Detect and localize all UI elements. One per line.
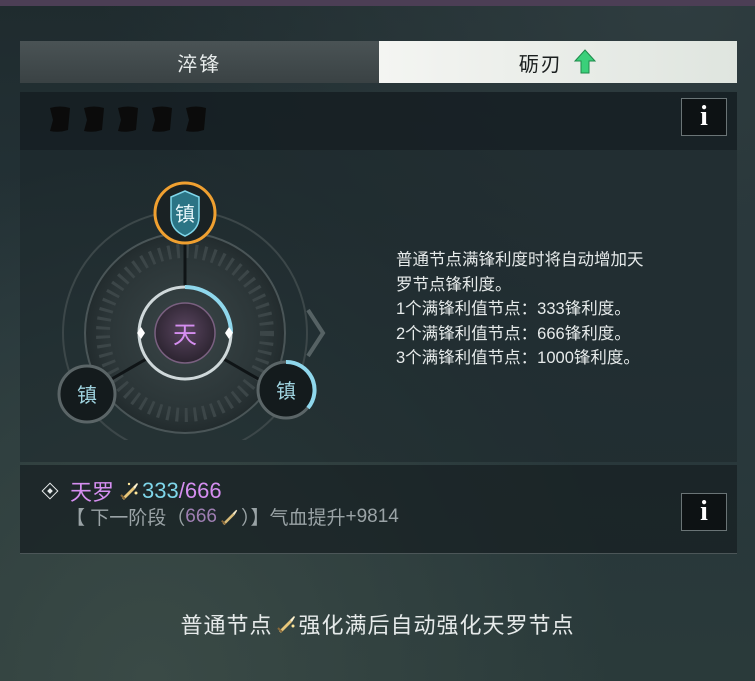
sword-sharpness-icon: [276, 616, 295, 633]
hp-bonus: +9814: [345, 505, 399, 527]
current-sharpness: 333: [142, 478, 179, 503]
description-line: 3个满锋利值节点：1000锋利度。: [396, 349, 640, 367]
tab-cuifeng[interactable]: 淬锋: [20, 41, 379, 83]
black-flag-icon: [152, 106, 172, 132]
sword-sharpness-icon: [221, 509, 238, 525]
node-description: 普通节点满锋利度时将自动增加天 罗节点锋利度。 1个满锋利值节点：333锋利度。…: [396, 248, 716, 371]
description-line: 普通节点满锋利度时将自动增加天: [396, 251, 644, 269]
top-node-label: 镇: [175, 203, 195, 226]
next-stage-suffix: ）】气血提升: [240, 508, 346, 529]
next-stage-prefix: 【 下一阶段（: [66, 508, 186, 529]
bottom-tip: 普通节点 强化满后自动强化天罗节点: [0, 608, 755, 640]
tip-text-part1: 普通节点: [180, 613, 273, 638]
sword-sharpness-icon: [120, 482, 139, 500]
black-flag-icon: [50, 106, 70, 132]
info-button[interactable]: i: [681, 493, 727, 531]
description-line: 1个满锋利值节点：333锋利度。: [396, 300, 631, 318]
flag-row: [46, 104, 210, 134]
left-node-label: 镇: [77, 384, 97, 407]
info-icon: i: [700, 101, 708, 132]
tab-bar: 淬锋 砺刃: [20, 41, 737, 83]
top-border: [0, 0, 755, 6]
black-flag-icon: [84, 106, 104, 132]
black-flag-icon: [186, 106, 206, 132]
node-ring-diagram: 天 镇 镇 镇: [57, 181, 326, 440]
tianluo-node-label: 天: [173, 322, 197, 349]
tip-text-part2: 强化满后自动强化天罗节点: [298, 613, 575, 638]
tab-label: 淬锋: [177, 53, 222, 76]
next-stage-line: 【 下一阶段（ 666 ）】气血提升 +9814: [66, 503, 399, 530]
description-line: 罗节点锋利度。: [396, 275, 512, 294]
tab-lirem[interactable]: 砺刃: [378, 41, 737, 83]
panel-header: i: [20, 92, 737, 150]
info-icon: i: [700, 496, 708, 527]
black-flag-icon: [118, 106, 138, 132]
diamond-icon: [41, 482, 59, 500]
next-stage-value: 666: [185, 505, 217, 527]
ring-right-arrow: [306, 308, 326, 358]
right-node-label: 镇: [276, 380, 296, 403]
up-arrow-icon: [573, 49, 596, 74]
max-sharpness: 666: [184, 478, 222, 503]
tianluo-status: 天罗 333 / 666 【 下一阶段（ 666 ）】气血提升 +9814 i: [20, 465, 737, 554]
description-line: 2个满锋利值节点：666锋利度。: [396, 324, 631, 343]
tab-label: 砺刃: [518, 53, 563, 76]
info-button[interactable]: i: [681, 98, 727, 136]
